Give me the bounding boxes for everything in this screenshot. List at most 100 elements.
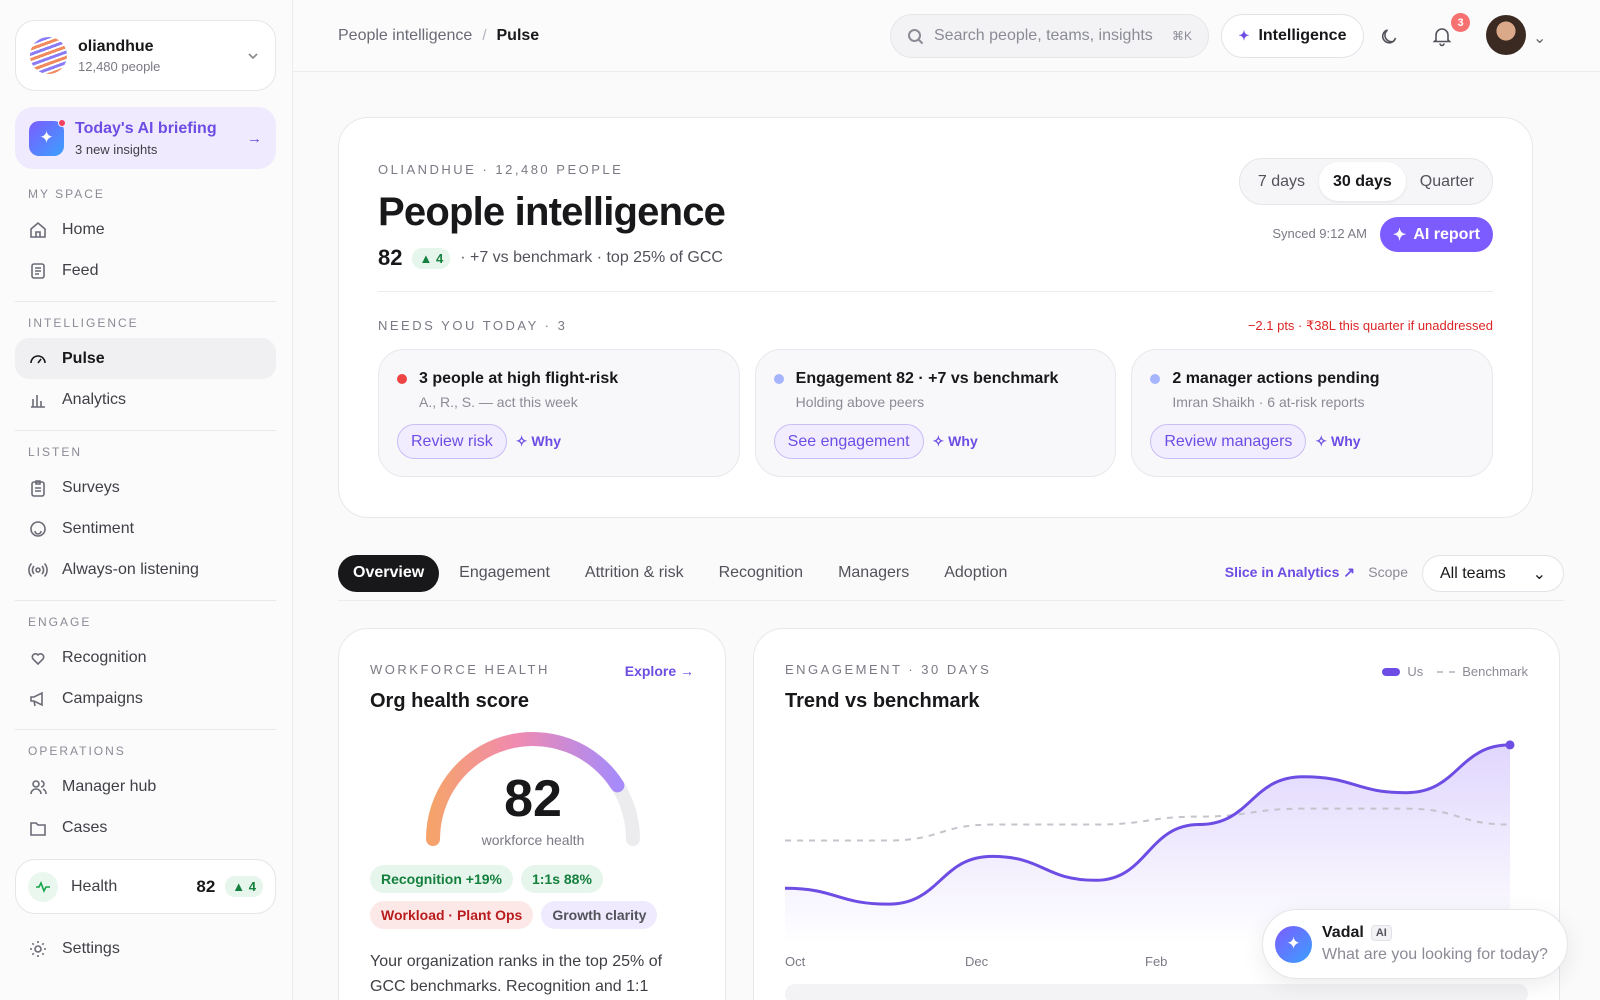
- moon-icon[interactable]: [1378, 24, 1402, 48]
- why-button[interactable]: ✧ Why: [1315, 433, 1360, 450]
- sidebar-item-label: Manager hub: [62, 777, 157, 795]
- health-summary: Your organization ranks in the top 25% o…: [370, 953, 663, 995]
- health-value: 82: [196, 876, 216, 896]
- sidebar-item-always-on-listening[interactable]: Always-on listening: [15, 549, 276, 590]
- nav-section-label: MY SPACE: [28, 187, 105, 201]
- home-icon: [30, 221, 46, 238]
- avatar[interactable]: [1486, 15, 1526, 55]
- divider: [15, 430, 276, 431]
- health-tag: Recognition +19%: [370, 865, 513, 893]
- health-widget[interactable]: Health 82 ▲ 4: [15, 859, 276, 914]
- intelligence-button[interactable]: ✦ Intelligence: [1221, 14, 1364, 58]
- legend-benchmark: Benchmark: [1462, 664, 1528, 679]
- breadcrumb-parent[interactable]: People intelligence: [338, 27, 472, 45]
- sidebar-item-label: Sentiment: [62, 519, 135, 537]
- legend-us-swatch: [1382, 667, 1401, 676]
- search-input[interactable]: Search people, teams, insights ⌘K: [890, 14, 1209, 58]
- intelligence-label: Intelligence: [1258, 27, 1347, 44]
- action-cards: 3 people at high flight-risk A., R., S. …: [378, 349, 1494, 477]
- sidebar-item-recognition[interactable]: Recognition: [15, 637, 276, 678]
- status-dot: [397, 374, 407, 384]
- bar-chart-icon: [31, 394, 45, 408]
- smile-icon: [30, 520, 46, 537]
- why-button[interactable]: ✧ Why: [516, 433, 561, 450]
- section-tabs: Overview Engagement Attrition & risk Recogn…: [338, 554, 1564, 601]
- sidebar-item-settings[interactable]: Settings: [15, 928, 276, 969]
- briefing-sub: 3 new insights: [75, 141, 158, 157]
- health-tag: 1:1s 88%: [520, 865, 603, 893]
- shortcut-hint: ⌘K: [1171, 29, 1192, 43]
- card-subtitle: Holding above peers: [795, 394, 925, 410]
- sidebar-item-label: Pulse: [62, 349, 105, 367]
- sidebar-item-sentiment[interactable]: Sentiment: [15, 508, 276, 549]
- scope-label: Scope: [1368, 564, 1408, 580]
- hero-benchmark-note: · +7 vs benchmark · top 25% of GCC: [460, 249, 723, 266]
- card-action-button[interactable]: Review managers: [1150, 424, 1307, 459]
- why-label: Why: [531, 433, 561, 449]
- sidebar-item-pulse[interactable]: Pulse: [15, 338, 276, 379]
- tab-overview[interactable]: Overview: [338, 554, 440, 592]
- card-action-button[interactable]: See engagement: [773, 424, 924, 459]
- notification-badge: 3: [1451, 13, 1470, 32]
- sync-status: Synced 9:12 AM: [1272, 226, 1367, 241]
- sidebar-item-analytics[interactable]: Analytics: [15, 379, 276, 420]
- sidebar-item-home[interactable]: Home: [15, 209, 276, 250]
- gauge-label: workforce health: [481, 832, 585, 848]
- card-subtitle: Imran Shaikh · 6 at-risk reports: [1172, 394, 1365, 410]
- card-footer-bar: [785, 984, 1528, 1000]
- card-title: 2 manager actions pending: [1172, 370, 1380, 387]
- sparkle-icon: ✦: [1238, 28, 1250, 43]
- tab-engagement[interactable]: Engagement: [444, 555, 565, 592]
- gauge-icon: [30, 354, 46, 363]
- pulse-icon: [28, 871, 58, 902]
- sidebar-item-campaigns[interactable]: Campaigns: [15, 678, 276, 719]
- org-switcher[interactable]: oliandhue 12,480 people: [15, 20, 276, 91]
- slice-in-analytics-link[interactable]: Slice in Analytics ↗: [1225, 564, 1355, 581]
- nav-section-label: ENGAGE: [28, 615, 92, 629]
- chevron-down-icon[interactable]: ⌄: [1533, 28, 1546, 48]
- hero-delta-value: 4: [435, 250, 444, 266]
- assistant-widget[interactable]: ✦ Vadal AI What are you looking for toda…: [1262, 909, 1568, 979]
- action-card: 2 manager actions pending Imran Shaikh ·…: [1131, 349, 1494, 477]
- period-option[interactable]: Quarter: [1406, 162, 1488, 201]
- tab-attrition-risk[interactable]: Attrition & risk: [570, 555, 699, 592]
- main-content: People intelligence / Pulse Search peopl…: [293, 0, 1600, 1000]
- tab-list: Overview Engagement Attrition & risk Recogn…: [338, 554, 1027, 592]
- tab-adoption[interactable]: Adoption: [929, 555, 1022, 592]
- period-option[interactable]: 30 days: [1319, 162, 1406, 201]
- card-action-button[interactable]: Review risk: [397, 424, 507, 459]
- heart-hand-icon: [31, 652, 45, 665]
- sidebar-item-surveys[interactable]: Surveys: [15, 467, 276, 508]
- gear-icon: [30, 940, 46, 957]
- sidebar-item-manager-hub[interactable]: Manager hub: [15, 766, 276, 807]
- users-icon: [30, 779, 47, 794]
- sidebar-item-label: Analytics: [62, 390, 127, 408]
- sidebar-item-feed[interactable]: Feed: [15, 250, 276, 291]
- explore-link[interactable]: Explore →: [625, 663, 694, 679]
- assistant-input[interactable]: What are you looking for today?: [1322, 946, 1548, 964]
- status-dot: [773, 374, 784, 384]
- ai-briefing-card[interactable]: ✦ Today's AI briefing 3 new insights →: [15, 107, 276, 169]
- why-label: Why: [1331, 433, 1361, 449]
- needs-label: NEEDS YOU TODAY · 3: [378, 318, 568, 333]
- scope-select[interactable]: All teams ⌄: [1422, 555, 1564, 592]
- sidebar-item-cases[interactable]: Cases: [15, 807, 276, 848]
- ai-badge: AI: [1370, 925, 1392, 941]
- tab-managers[interactable]: Managers: [823, 555, 924, 592]
- trend-title: Trend vs benchmark: [785, 690, 980, 712]
- nav-section-label: LISTEN: [28, 445, 83, 459]
- scope-value: All teams: [1440, 564, 1506, 582]
- arrow-right-icon: →: [247, 129, 262, 147]
- health-delta-value: 4: [248, 879, 256, 894]
- card-subtitle: A., R., S. — act this week: [419, 394, 578, 410]
- chevron-down-icon: ⌄: [1532, 565, 1546, 583]
- period-option[interactable]: 7 days: [1244, 162, 1319, 201]
- why-button[interactable]: ✧ Why: [933, 433, 978, 450]
- search-placeholder: Search people, teams, insights: [934, 27, 1153, 44]
- tab-recognition[interactable]: Recognition: [704, 555, 819, 592]
- megaphone-icon: [30, 691, 43, 706]
- bell-icon[interactable]: [1430, 24, 1454, 48]
- ai-report-button[interactable]: ✦ AI report: [1379, 217, 1493, 252]
- health-label: Health: [71, 877, 118, 895]
- status-dot: [1150, 374, 1161, 384]
